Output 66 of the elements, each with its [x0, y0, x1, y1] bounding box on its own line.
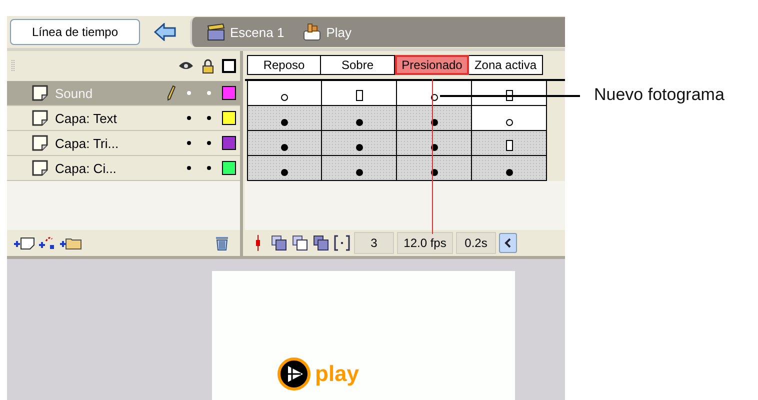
layer-icon: [31, 110, 49, 126]
visibility-dot[interactable]: [187, 166, 191, 170]
frame-cell[interactable]: [397, 131, 472, 156]
frame-cell[interactable]: [247, 156, 322, 181]
visibility-dot[interactable]: [187, 116, 191, 120]
frame-cell[interactable]: [472, 156, 547, 181]
lock-dot[interactable]: [207, 141, 211, 145]
onion-markers-icon[interactable]: [333, 234, 351, 252]
lock-dot[interactable]: [207, 116, 211, 120]
layer-row[interactable]: Capa: Text: [7, 106, 240, 131]
layer-icon: [31, 85, 49, 101]
scroll-left-button[interactable]: [499, 233, 517, 253]
visibility-dot[interactable]: [187, 141, 191, 145]
layer-icon: [31, 160, 49, 176]
frame-cell[interactable]: [472, 81, 547, 106]
play-button-label: play: [315, 361, 360, 387]
layer-color-swatch[interactable]: [222, 86, 236, 100]
layer-name: Capa: Ci...: [55, 160, 118, 176]
onion-outline-icon[interactable]: [291, 234, 309, 252]
elapsed-time: 0.2s: [456, 232, 496, 254]
frame-cell[interactable]: [247, 106, 322, 131]
frame-rate: 12.0 fps: [397, 232, 453, 254]
layer-name: Capa: Text: [55, 110, 118, 126]
layer-name: Sound: [55, 86, 94, 100]
frame-cell[interactable]: [472, 106, 547, 131]
frame-cell[interactable]: [322, 81, 397, 106]
lock-dot[interactable]: [207, 166, 211, 170]
layer-color-swatch[interactable]: [222, 111, 236, 125]
add-guide-layer-icon[interactable]: [38, 236, 56, 250]
chevron-left-icon: [504, 238, 512, 248]
add-folder-icon[interactable]: [59, 236, 83, 250]
onion-skin-icon[interactable]: [270, 234, 288, 252]
frame-label[interactable]: Presionado: [395, 55, 469, 75]
frame-cell[interactable]: [397, 106, 472, 131]
frame-cell[interactable]: [247, 81, 322, 106]
layer-name: Capa: Tri...: [55, 136, 120, 150]
edit-multiple-frames-icon[interactable]: [312, 234, 330, 252]
layer-color-swatch[interactable]: [222, 136, 236, 150]
frame-cell[interactable]: [322, 106, 397, 131]
frame-label[interactable]: Zona activa: [469, 55, 543, 75]
trash-icon[interactable]: [214, 235, 230, 251]
timeline-button[interactable]: Línea de tiempo: [10, 19, 140, 45]
outline-icon[interactable]: [222, 59, 236, 73]
frame-cell[interactable]: [397, 81, 472, 106]
frame-label[interactable]: Sobre: [321, 55, 395, 75]
play-icon[interactable]: [277, 357, 311, 391]
frame-label[interactable]: Reposo: [247, 55, 321, 75]
lock-icon[interactable]: [202, 58, 214, 74]
frame-cell[interactable]: [472, 131, 547, 156]
eye-icon[interactable]: [178, 60, 194, 72]
frame-cell[interactable]: [397, 156, 472, 181]
callout-label: Nuevo fotograma: [594, 85, 724, 105]
hand-icon: [302, 22, 322, 42]
lock-dot[interactable]: [207, 91, 211, 95]
current-frame: 3: [354, 232, 394, 254]
clapperboard-icon: [206, 23, 226, 41]
layer-color-swatch[interactable]: [222, 161, 236, 175]
layer-row[interactable]: Capa: Tri...: [7, 131, 240, 156]
layer-icon: [31, 135, 49, 151]
frame-cell[interactable]: [322, 156, 397, 181]
add-layer-icon[interactable]: [13, 236, 35, 250]
grip-handle-icon[interactable]: [11, 59, 15, 73]
frame-cell[interactable]: [322, 131, 397, 156]
frame-cell[interactable]: [247, 131, 322, 156]
back-arrow-icon[interactable]: [154, 23, 176, 41]
visibility-dot[interactable]: [187, 91, 191, 95]
